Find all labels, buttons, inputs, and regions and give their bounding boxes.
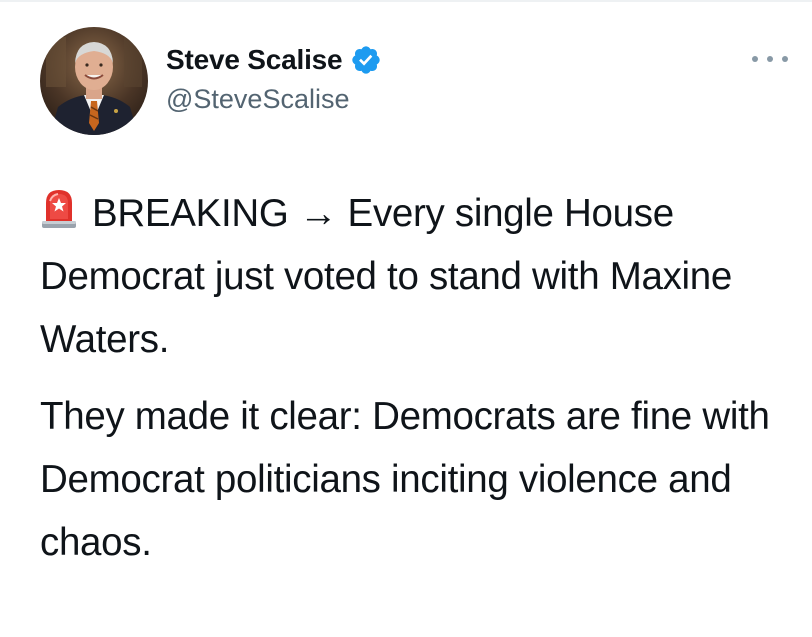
- more-options-button[interactable]: [752, 52, 788, 66]
- tweet-paragraph: BREAKING → Every single House Democrat j…: [40, 182, 800, 371]
- author-block: Steve Scalise @SteveScalise: [166, 40, 382, 115]
- tweet-text-2: They made it clear: Democrats are fine w…: [40, 395, 770, 564]
- tweet-paragraph: They made it clear: Democrats are fine w…: [40, 385, 800, 574]
- handle[interactable]: @SteveScalise: [166, 84, 382, 115]
- name-row: Steve Scalise: [166, 40, 382, 80]
- more-options-icon-dot: [767, 56, 773, 62]
- tweet-body: BREAKING → Every single House Democrat j…: [40, 182, 800, 574]
- avatar-photo: [40, 27, 148, 135]
- avatar[interactable]: [40, 27, 148, 135]
- verified-badge-icon: [350, 44, 382, 76]
- more-options-icon-dot: [782, 56, 788, 62]
- tweet-text-1: BREAKING → Every single House Democrat j…: [40, 192, 733, 361]
- more-options-icon: [752, 56, 758, 62]
- police-siren-icon: [40, 185, 78, 228]
- tweet: Steve Scalise @SteveScalise BREAKING → E…: [0, 0, 812, 637]
- display-name[interactable]: Steve Scalise: [166, 44, 343, 76]
